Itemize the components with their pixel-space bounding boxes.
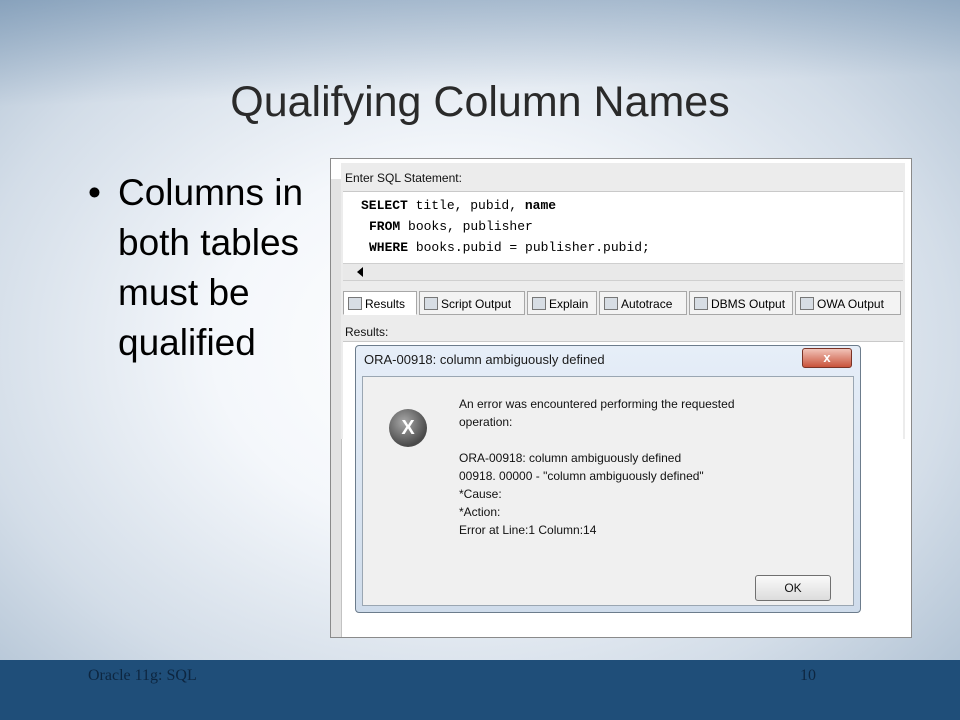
bullet-dot: •: [88, 172, 101, 213]
tab-dbms-output[interactable]: DBMS Output: [689, 291, 793, 315]
error-icon: X: [389, 409, 427, 447]
keyword-from: FROM: [369, 219, 401, 234]
code-text: title, pubid,: [407, 198, 525, 213]
sql-statement-label: Enter SQL Statement:: [345, 171, 462, 185]
tab-script-output[interactable]: Script Output: [419, 291, 525, 315]
message-line: operation:: [459, 415, 513, 429]
keyword-where: WHERE: [369, 240, 409, 255]
tab-owa-output[interactable]: OWA Output: [795, 291, 901, 315]
footer-course-title: Oracle 11g: SQL: [88, 667, 197, 684]
sql-developer-screenshot: Enter SQL Statement: SELECT title, pubid…: [330, 158, 912, 638]
bullet-text: Columns in both tables must be qualified: [118, 172, 304, 363]
slide-number: 10: [800, 667, 816, 684]
code-text: books, publisher: [400, 219, 533, 234]
tab-label: Autotrace: [621, 297, 673, 311]
results-label: Results:: [345, 325, 389, 339]
slide-title: Qualifying Column Names: [230, 78, 730, 126]
code-line: SELECT title, pubid, name: [361, 198, 556, 213]
code-text: books.pubid = publisher.pubid;: [408, 240, 650, 255]
autotrace-icon: [604, 297, 618, 310]
tab-label: OWA Output: [817, 297, 884, 311]
message-line: *Action:: [459, 505, 501, 519]
message-line: An error was encountered performing the …: [459, 397, 735, 411]
tab-label: Explain: [549, 297, 589, 311]
sql-editor[interactable]: SELECT title, pubid, name FROM books, pu…: [343, 191, 903, 264]
results-icon: [348, 297, 362, 310]
ok-button[interactable]: OK: [755, 575, 831, 601]
script-output-icon: [424, 297, 438, 310]
error-dialog: ORA-00918: column ambiguously defined x …: [355, 345, 861, 613]
scroll-left-icon[interactable]: [357, 267, 363, 277]
tab-label: Script Output: [441, 297, 512, 311]
keyword-select: SELECT: [361, 198, 408, 213]
output-tabs: Results Script Output Explain Autotrace …: [343, 291, 903, 317]
keyword-name: name: [524, 198, 557, 213]
explain-icon: [532, 297, 546, 310]
tab-autotrace[interactable]: Autotrace: [599, 291, 687, 315]
close-button[interactable]: x: [802, 348, 852, 368]
horizontal-scrollbar[interactable]: [343, 263, 903, 281]
code-line: FROM books, publisher: [369, 219, 533, 234]
message-line: *Cause:: [459, 487, 502, 501]
owa-output-icon: [800, 297, 814, 310]
dbms-output-icon: [694, 297, 708, 310]
dialog-title: ORA-00918: column ambiguously defined: [364, 352, 605, 367]
dialog-body: X An error was encountered performing th…: [362, 376, 854, 606]
tab-label: DBMS Output: [711, 297, 786, 311]
message-line: Error at Line:1 Column:14: [459, 523, 597, 537]
slide: Qualifying Column Names • Columns in bot…: [0, 0, 960, 720]
tab-label: Results: [365, 297, 406, 311]
code-line: WHERE books.pubid = publisher.pubid;: [369, 240, 650, 255]
message-line: ORA-00918: column ambiguously defined: [459, 451, 682, 465]
message-line: 00918. 00000 - "column ambiguously defin…: [459, 469, 704, 483]
tab-results[interactable]: Results: [343, 291, 417, 315]
tab-explain[interactable]: Explain: [527, 291, 597, 315]
